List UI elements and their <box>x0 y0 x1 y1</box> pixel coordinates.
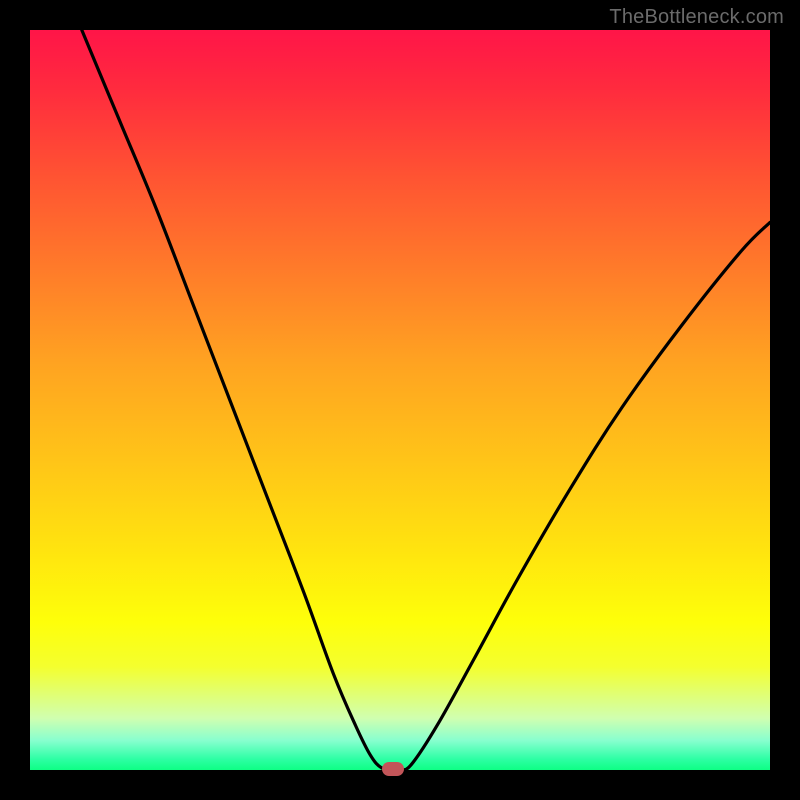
plot-area <box>30 30 770 770</box>
curve-svg <box>30 30 770 770</box>
trough-marker <box>382 762 404 776</box>
watermark-text: TheBottleneck.com <box>609 6 784 29</box>
bottleneck-curve <box>82 30 770 770</box>
chart-container: TheBottleneck.com <box>0 0 800 800</box>
